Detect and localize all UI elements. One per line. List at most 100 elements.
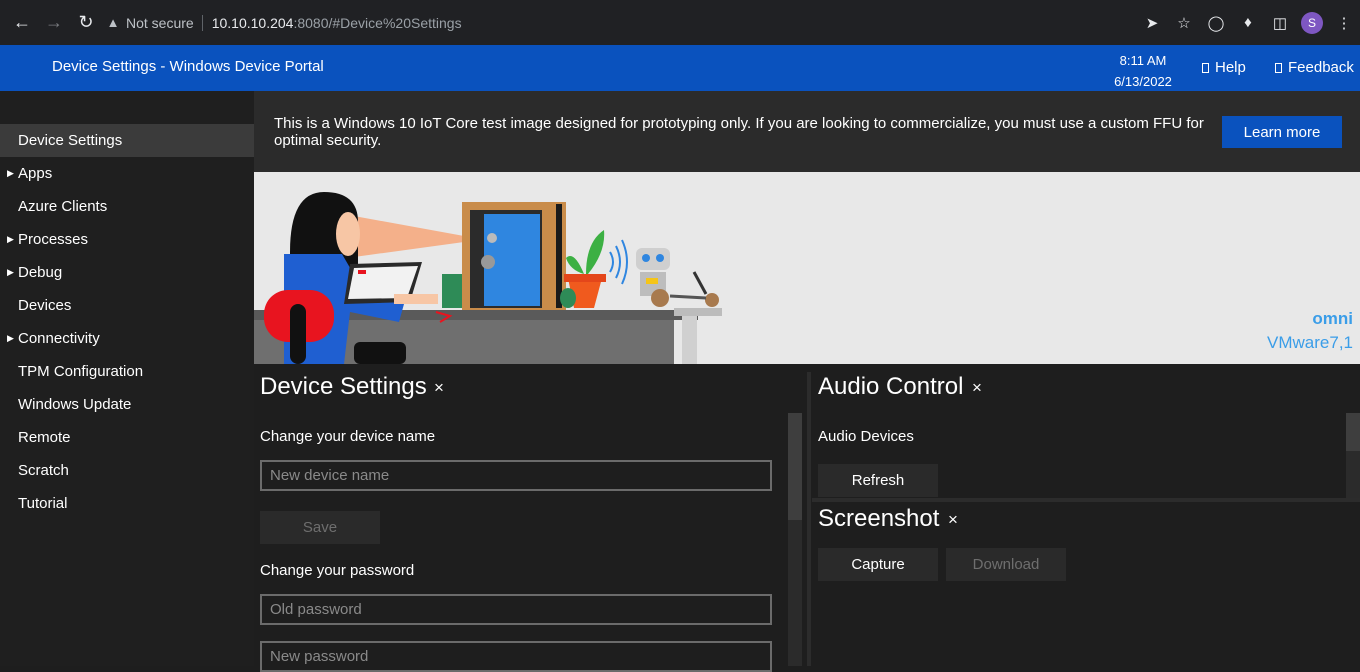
audio-devices-label: Audio Devices — [818, 428, 914, 445]
robot-antenna — [692, 271, 708, 295]
hero-banner: omni VMware7,1 — [254, 172, 1360, 364]
notice-text: This is a Windows 10 IoT Core test image… — [274, 115, 1204, 149]
sidebar-item-connectivity[interactable]: ▶ Connectivity — [0, 322, 254, 355]
robot-eye-left — [642, 254, 650, 262]
sidebar-item-label: TPM Configuration — [18, 363, 144, 380]
sidebar-item-debug[interactable]: ▶ Debug — [0, 256, 254, 289]
person-face — [336, 212, 360, 256]
avatar: S — [1301, 11, 1323, 34]
sidebar-item-label: Devices — [18, 297, 72, 314]
password-label: Change your password — [260, 562, 415, 579]
sidebar-item-devices[interactable]: Devices — [0, 289, 254, 322]
scrollbar[interactable] — [1346, 413, 1360, 498]
sidebar-item-label: Apps — [18, 165, 53, 182]
sidebar-item-label: Azure Clients — [18, 198, 108, 215]
sidebar-item-label: Windows Update — [18, 396, 132, 413]
clock: 8:11 AM 6/13/2022 — [1096, 50, 1190, 92]
sidebar: Device Settings ▶ Apps Azure Clients ▶ Pro… — [0, 91, 254, 666]
robot-wheel-2 — [705, 293, 719, 307]
sidebar-item-windows-update[interactable]: Windows Update — [0, 388, 254, 421]
close-icon[interactable]: × — [434, 378, 444, 398]
forward-icon[interactable]: → — [38, 6, 70, 38]
puzzle-icon[interactable]: ♦ — [1232, 7, 1264, 39]
app-header: Device Settings - Windows Device Portal … — [0, 45, 1360, 91]
sidebar-item-tpm-configuration[interactable]: TPM Configuration — [0, 355, 254, 388]
robot-panel — [646, 278, 658, 284]
shelf — [674, 308, 722, 316]
profile-button[interactable]: S — [1296, 7, 1328, 39]
learn-more-button[interactable]: Learn more — [1222, 116, 1342, 148]
circuit-board — [442, 274, 462, 308]
close-icon[interactable]: × — [948, 510, 958, 530]
sidebar-item-label: Scratch — [18, 462, 69, 479]
help-icon — [1202, 62, 1209, 73]
save-button[interactable]: Save — [260, 511, 380, 544]
kebab-menu-icon[interactable]: ⋮ — [1328, 7, 1360, 39]
sidebar-item-azure-clients[interactable]: Azure Clients — [0, 190, 254, 223]
clock-time: 8:11 AM — [1119, 53, 1167, 68]
audio-control-panel: Audio Control × Audio Devices Refresh — [812, 372, 1360, 498]
bookmark-star-icon[interactable]: ☆ — [1168, 7, 1200, 39]
sidebar-item-device-settings[interactable]: Device Settings — [0, 124, 254, 157]
back-icon[interactable]: ← — [6, 6, 38, 38]
capture-button[interactable]: Capture — [818, 548, 938, 581]
plant-pot-rim — [564, 274, 606, 282]
scrollbar[interactable] — [788, 413, 802, 666]
security-label: Not secure — [126, 14, 194, 31]
url-path: :8080/#Device%20Settings — [293, 14, 462, 31]
chair-seat — [354, 342, 406, 364]
extension-glasses-icon[interactable]: ◯ — [1200, 7, 1232, 39]
signal-waves — [609, 239, 628, 285]
device-name-field[interactable]: New device name — [260, 460, 772, 491]
separator — [201, 14, 203, 31]
sidebar-item-label: Debug — [18, 264, 63, 281]
reload-icon[interactable]: ↻ — [70, 6, 102, 38]
old-password-field[interactable]: Old password — [260, 594, 772, 625]
scrollbar-thumb[interactable] — [1346, 413, 1360, 451]
sidebar-item-label: Remote — [18, 429, 71, 446]
sidebar-item-tutorial[interactable]: Tutorial — [0, 487, 254, 520]
warning-icon: ▲ — [106, 15, 120, 30]
sidebar-item-processes[interactable]: ▶ Processes — [0, 223, 254, 256]
device-settings-panel: Device Settings × Change your device nam… — [254, 372, 804, 672]
plant-leaf-small — [566, 256, 584, 274]
send-icon[interactable]: ➤ — [1136, 7, 1168, 39]
test-image-notice: This is a Windows 10 IoT Core test image… — [254, 91, 1360, 172]
address-bar[interactable]: ▲ Not secure 10.10.10.204 :8080/#Device%… — [100, 6, 1200, 39]
device-name-label: Change your device name — [260, 428, 436, 445]
screenshot-panel: Screenshot × Capture Download — [812, 502, 1360, 666]
scrollbar-thumb[interactable] — [788, 413, 802, 520]
laptop-ui-mark — [358, 270, 366, 274]
feedback-icon — [1275, 62, 1282, 73]
sidebar-item-scratch[interactable]: Scratch — [0, 454, 254, 487]
person-hand — [394, 294, 438, 304]
robot-arm — [669, 294, 707, 300]
sidebar-item-remote[interactable]: Remote — [0, 421, 254, 454]
help-link[interactable]: Help — [1202, 59, 1246, 76]
close-icon[interactable]: × — [972, 378, 982, 398]
sidebar-item-apps[interactable]: ▶ Apps — [0, 157, 254, 190]
clock-date: 6/13/2022 — [1114, 74, 1172, 89]
safe-dial — [481, 255, 495, 269]
panel-title: Audio Control — [818, 373, 964, 400]
panel-title: Screenshot — [818, 505, 940, 532]
device-hostname: omni — [1312, 309, 1353, 328]
sidebar-item-label: Processes — [18, 231, 89, 248]
device-model: VMware7,1 — [1267, 333, 1353, 352]
download-button[interactable]: Download — [946, 548, 1066, 581]
page-title: Device Settings - Windows Device Portal — [52, 58, 324, 75]
safe-knob — [487, 233, 497, 243]
side-panel-icon[interactable]: ◫ — [1264, 7, 1296, 39]
plant-leaf — [586, 230, 605, 274]
feedback-link[interactable]: Feedback — [1275, 59, 1354, 76]
desk-leg — [682, 310, 697, 364]
refresh-button[interactable]: Refresh — [818, 464, 938, 497]
feedback-label: Feedback — [1288, 59, 1354, 76]
sidebar-item-label: Tutorial — [18, 495, 68, 512]
help-label: Help — [1215, 59, 1246, 76]
expand-arrow-icon: ▶ — [7, 168, 14, 178]
new-password-field[interactable]: New password — [260, 641, 772, 672]
browser-toolbar: ← → ↻ ▲ Not secure 10.10.10.204 :8080/#D… — [0, 0, 1360, 45]
url-host: 10.10.10.204 — [211, 14, 294, 31]
chair-stem — [290, 304, 306, 364]
